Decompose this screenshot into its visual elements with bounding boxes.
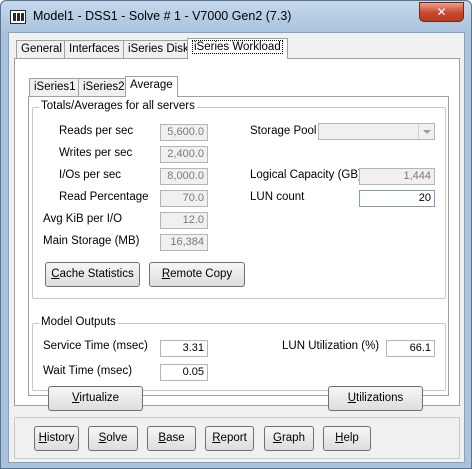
button-label: ache Statistics xyxy=(59,268,134,280)
title-bar[interactable]: Model1 - DSS1 - Solve # 1 - V7000 Gen2 (… xyxy=(1,1,471,32)
storage-pool-label: Storage Pool xyxy=(250,125,317,137)
lun-utilization-field: 66.1 xyxy=(386,340,435,357)
accel-key: U xyxy=(347,392,356,404)
lun-utilization-label: LUN Utilization (%) xyxy=(282,340,380,352)
sub-tab-panel: Totals/Averages for all servers Reads pe… xyxy=(28,96,449,396)
service-time-label: Service Time (msec) xyxy=(43,340,148,352)
main-storage-field: 16,384 xyxy=(160,234,208,251)
report-button[interactable]: Report xyxy=(205,426,254,451)
reads-per-sec-field: 5,600.0 xyxy=(160,124,208,141)
close-icon: ✕ xyxy=(436,5,447,19)
tab-label: iSeries Disk xyxy=(128,43,189,55)
tab-label: iSeries Workload xyxy=(192,40,283,54)
writes-per-sec-field: 2,400.0 xyxy=(160,146,208,163)
virtualize-button[interactable]: Virtualize xyxy=(48,386,143,411)
tab-iseries-disk[interactable]: iSeries Disk xyxy=(123,40,194,59)
tab-general[interactable]: General xyxy=(16,40,67,59)
remote-copy-button[interactable]: Remote Copy xyxy=(149,262,245,287)
bottom-button-bar: History Solve Base Report Graph Help xyxy=(14,417,460,459)
help-button[interactable]: Help xyxy=(323,426,371,451)
lun-count-label: LUN count xyxy=(250,191,305,203)
wait-time-label: Wait Time (msec) xyxy=(43,365,133,377)
button-label: eport xyxy=(220,432,247,444)
reads-per-sec-label: Reads per sec xyxy=(59,125,134,137)
chevron-down-icon[interactable] xyxy=(418,124,434,139)
logical-capacity-field: 1,444 xyxy=(359,168,435,185)
avg-kib-per-io-label: Avg KiB per I/O xyxy=(43,213,123,225)
accel-key: B xyxy=(158,432,167,444)
tab-interfaces[interactable]: Interfaces xyxy=(64,40,125,59)
accel-key: R xyxy=(161,268,171,280)
service-time-field: 3.31 xyxy=(160,340,208,357)
tab-label: iSeries1 xyxy=(34,81,76,93)
base-button[interactable]: Base xyxy=(147,426,196,451)
window-title: Model1 - DSS1 - Solve # 1 - V7000 Gen2 (… xyxy=(33,9,292,23)
button-label: raph xyxy=(281,432,305,444)
utilizations-button[interactable]: Utilizations xyxy=(328,386,423,411)
tab-average[interactable]: Average xyxy=(125,76,178,97)
tab-iseries-workload[interactable]: iSeries Workload xyxy=(187,38,288,59)
ios-per-sec-field: 8,000.0 xyxy=(160,168,208,185)
tab-iseries1[interactable]: iSeries1 xyxy=(29,78,81,97)
ios-per-sec-label: I/Os per sec xyxy=(59,169,121,181)
tab-label: Average xyxy=(130,79,173,91)
button-label: istory xyxy=(46,432,75,444)
app-icon[interactable] xyxy=(10,10,26,24)
avg-kib-per-io-field: 12.0 xyxy=(160,212,208,229)
tab-label: iSeries2 xyxy=(83,81,125,93)
totals-group: Totals/Averages for all servers Reads pe… xyxy=(32,100,446,299)
accel-key: R xyxy=(212,432,221,444)
main-tab-panel: iSeries1 iSeries2 Average Totals/Average… xyxy=(14,58,460,406)
application-window: Model1 - DSS1 - Solve # 1 - V7000 Gen2 (… xyxy=(0,0,472,469)
wait-time-field: 0.05 xyxy=(160,364,208,381)
history-button[interactable]: History xyxy=(34,426,79,451)
model-outputs-title: Model Outputs xyxy=(39,316,118,328)
tab-label: Interfaces xyxy=(69,43,120,55)
read-percentage-label: Read Percentage xyxy=(59,191,149,203)
tab-iseries2[interactable]: iSeries2 xyxy=(78,78,130,97)
button-label: irtualize xyxy=(79,392,120,404)
button-label: olve xyxy=(106,432,128,444)
accel-key: C xyxy=(51,268,60,280)
lun-count-field[interactable]: 20 xyxy=(359,190,435,207)
button-label: ase xyxy=(166,432,185,444)
read-percentage-field: 70.0 xyxy=(160,190,208,207)
tab-label: General xyxy=(21,43,62,55)
accel-key: G xyxy=(273,432,282,444)
close-button[interactable]: ✕ xyxy=(419,2,464,22)
writes-per-sec-label: Writes per sec xyxy=(59,147,133,159)
dialog-client-area: General Interfaces iSeries Disk iSeries … xyxy=(8,32,465,463)
accel-key: H xyxy=(38,432,47,444)
graph-button[interactable]: Graph xyxy=(264,426,314,451)
cache-statistics-button[interactable]: Cache Statistics xyxy=(45,262,140,287)
main-storage-label: Main Storage (MB) xyxy=(43,235,140,247)
totals-group-title: Totals/Averages for all servers xyxy=(39,100,197,112)
button-label: emote Copy xyxy=(170,268,233,280)
logical-capacity-label: Logical Capacity (GB) xyxy=(250,169,362,181)
button-label: tilizations xyxy=(356,392,404,404)
solve-button[interactable]: Solve xyxy=(88,426,138,451)
button-label: elp xyxy=(343,432,359,444)
model-outputs-group: Model Outputs Service Time (msec) 3.31 W… xyxy=(32,316,446,391)
storage-pool-select[interactable] xyxy=(318,123,435,140)
